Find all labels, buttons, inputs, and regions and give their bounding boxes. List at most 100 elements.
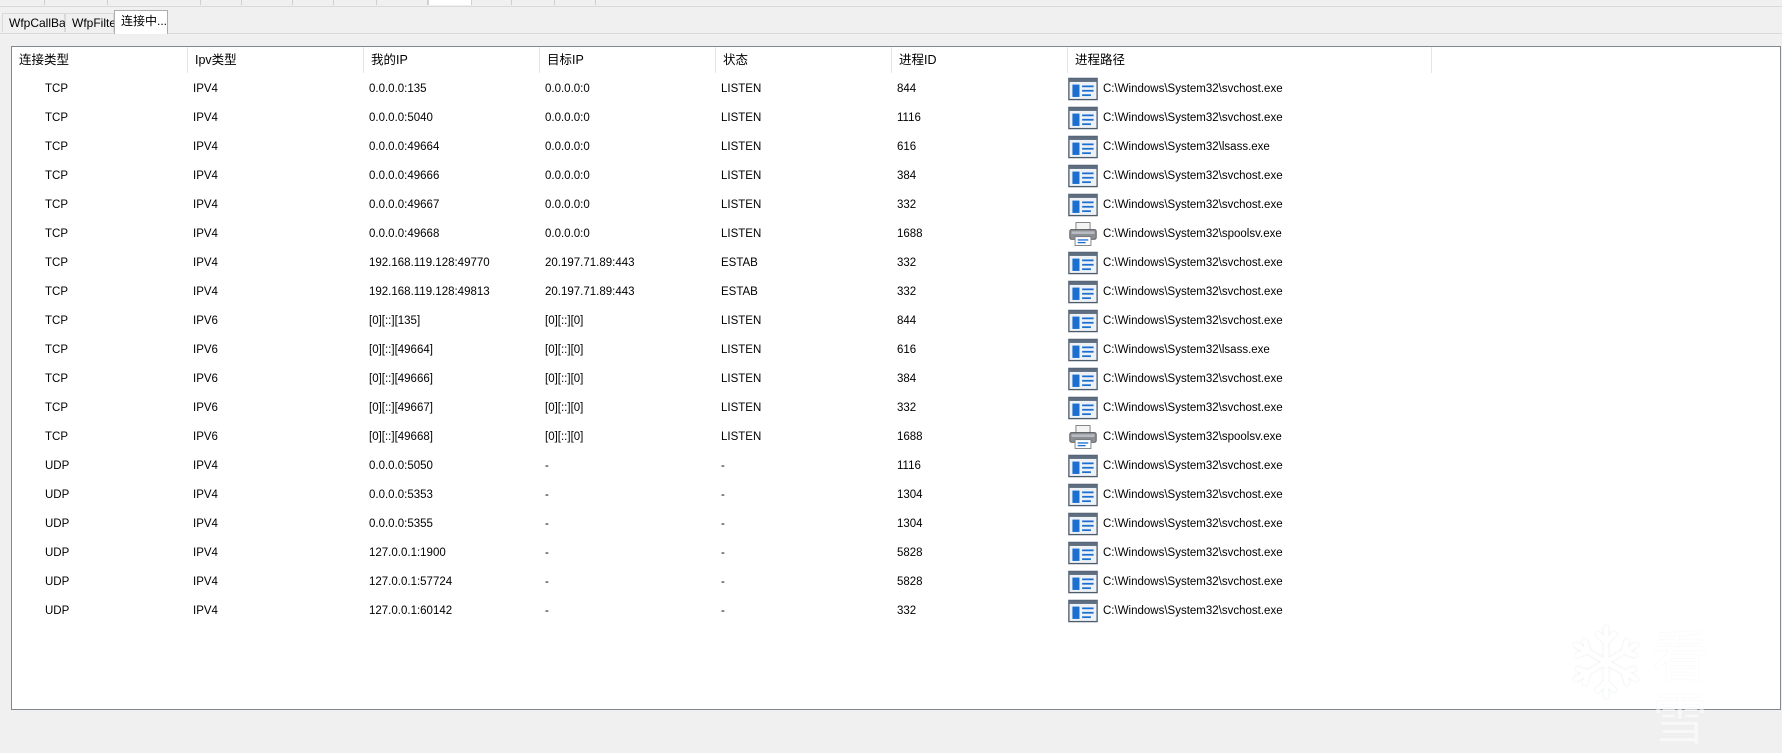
cell-process-path: C:\Windows\System32\svchost.exe xyxy=(1103,257,1283,269)
table-row[interactable]: UDP IPV4 0.0.0.0:5353 - - 1304 C:\Windows\Syst… xyxy=(12,481,1780,510)
table-row[interactable]: TCP IPV4 0.0.0.0:135 0.0.0.0:0 LISTEN 844 C:\W… xyxy=(12,75,1780,104)
cell-local-ip: 0.0.0.0:49668 xyxy=(369,228,440,240)
tab-connections[interactable]: 连接中... xyxy=(114,10,168,34)
top-strip-segment[interactable] xyxy=(377,0,428,5)
cell-local-ip: [0][::][135] xyxy=(369,315,421,327)
column-header-conn-type[interactable]: 连接类型 xyxy=(12,47,188,73)
cell-process-path: C:\Windows\System32\svchost.exe xyxy=(1103,547,1283,559)
top-strip-segment[interactable] xyxy=(201,0,242,5)
table-row[interactable]: TCP IPV4 0.0.0.0:49667 0.0.0.0:0 LISTEN 332 C:… xyxy=(12,191,1780,220)
column-header-ipv-type[interactable]: Ipv类型 xyxy=(188,47,364,73)
cell-process-path: C:\Windows\System32\svchost.exe xyxy=(1103,373,1283,385)
top-strip-segment[interactable] xyxy=(471,0,512,5)
table-row[interactable]: UDP IPV4 127.0.0.1:60142 - - 332 C:\Windows\Sy… xyxy=(12,597,1780,626)
column-header-local-ip[interactable]: 我的IP xyxy=(364,47,540,73)
tab-wfpfilter[interactable]: WfpFilter xyxy=(65,13,120,32)
cell-remote-ip: 20.197.71.89:443 xyxy=(545,286,635,298)
column-header-state[interactable]: 状态 xyxy=(716,47,892,73)
top-strip-segment[interactable] xyxy=(293,0,334,5)
top-strip-segment[interactable] xyxy=(45,0,108,5)
cell-remote-ip: - xyxy=(545,489,549,501)
cell-pid: 1304 xyxy=(897,518,923,530)
table-row[interactable]: TCP IPV6 [0][::][135] [0][::][0] LISTEN 844 C:… xyxy=(12,307,1780,336)
cell-pid: 5828 xyxy=(897,547,923,559)
top-strip-segment[interactable] xyxy=(512,0,555,5)
cell-ipv-type: IPV6 xyxy=(193,373,218,385)
service-window-icon xyxy=(1068,164,1098,188)
column-header-remote-ip[interactable]: 目标IP xyxy=(540,47,716,73)
top-strip-segment[interactable] xyxy=(242,0,293,5)
tab-wfpcallback[interactable]: WfpCallBack xyxy=(2,13,78,32)
service-window-icon xyxy=(1068,309,1098,333)
cell-pid: 332 xyxy=(897,605,917,617)
cell-pid: 332 xyxy=(897,257,917,269)
cell-remote-ip: - xyxy=(545,576,549,588)
cell-state: LISTEN xyxy=(721,83,762,95)
cell-process-path: C:\Windows\System32\svchost.exe xyxy=(1103,315,1283,327)
cell-remote-ip: [0][::][0] xyxy=(545,315,584,327)
cell-state: LISTEN xyxy=(721,112,762,124)
cell-pid: 616 xyxy=(897,141,917,153)
table-row[interactable]: TCP IPV6 [0][::][49666] [0][::][0] LISTEN 384… xyxy=(12,365,1780,394)
cell-process-path: C:\Windows\System32\lsass.exe xyxy=(1103,344,1270,356)
service-window-icon xyxy=(1068,367,1098,391)
cell-remote-ip: 0.0.0.0:0 xyxy=(545,228,590,240)
column-header-process-path[interactable]: 进程路径 xyxy=(1068,47,1432,73)
cell-state: LISTEN xyxy=(721,373,762,385)
top-strip-segment[interactable] xyxy=(0,0,45,5)
table-row[interactable]: TCP IPV4 0.0.0.0:5040 0.0.0.0:0 LISTEN 1116 C:… xyxy=(12,104,1780,133)
cell-state: LISTEN xyxy=(721,431,762,443)
sub-tab-bar: WfpCallBack WfpFilter 连接中... xyxy=(0,10,1782,34)
table-row[interactable]: TCP IPV6 [0][::][49667] [0][::][0] LISTEN 332… xyxy=(12,394,1780,423)
table-row[interactable]: UDP IPV4 0.0.0.0:5050 - - 1116 C:\Windows\Syst… xyxy=(12,452,1780,481)
cell-ipv-type: IPV4 xyxy=(193,576,218,588)
table-row[interactable]: TCP IPV6 [0][::][49664] [0][::][0] LISTEN 616… xyxy=(12,336,1780,365)
table-row[interactable]: TCP IPV6 [0][::][49668] [0][::][0] LISTEN 168… xyxy=(12,423,1780,452)
table-row[interactable]: TCP IPV4 0.0.0.0:49664 0.0.0.0:0 LISTEN 616 C:… xyxy=(12,133,1780,162)
cell-conn-type: TCP xyxy=(45,141,68,153)
cell-state: LISTEN xyxy=(721,344,762,356)
top-strip-segment[interactable] xyxy=(108,0,201,5)
top-strip-segment-active[interactable] xyxy=(428,0,472,5)
cell-conn-type: TCP xyxy=(45,315,68,327)
cell-state: - xyxy=(721,518,725,530)
cell-remote-ip: 0.0.0.0:0 xyxy=(545,112,590,124)
cell-ipv-type: IPV4 xyxy=(193,257,218,269)
cell-conn-type: TCP xyxy=(45,112,68,124)
cell-pid: 384 xyxy=(897,373,917,385)
top-tab-strip xyxy=(0,0,1782,7)
service-window-icon xyxy=(1068,77,1098,101)
cell-conn-type: TCP xyxy=(45,431,68,443)
top-strip-segment[interactable] xyxy=(334,0,377,5)
cell-state: ESTAB xyxy=(721,286,758,298)
cell-remote-ip: [0][::][0] xyxy=(545,373,584,385)
table-row[interactable]: TCP IPV4 0.0.0.0:49666 0.0.0.0:0 LISTEN 384 C:… xyxy=(12,162,1780,191)
service-window-icon xyxy=(1068,570,1098,594)
table-row[interactable]: TCP IPV4 0.0.0.0:49668 0.0.0.0:0 LISTEN 1688 C… xyxy=(12,220,1780,249)
cell-ipv-type: IPV4 xyxy=(193,518,218,530)
table-row[interactable]: UDP IPV4 0.0.0.0:5355 - - 1304 C:\Windows\Syst… xyxy=(12,510,1780,539)
cell-process-path: C:\Windows\System32\svchost.exe xyxy=(1103,518,1283,530)
cell-local-ip: 127.0.0.1:1900 xyxy=(369,547,446,559)
cell-local-ip: [0][::][49667] xyxy=(369,402,433,414)
table-row[interactable]: TCP IPV4 192.168.119.128:49770 20.197.71.89… xyxy=(12,249,1780,278)
table-row[interactable]: UDP IPV4 127.0.0.1:57724 - - 5828 C:\Windows\S… xyxy=(12,568,1780,597)
table-row[interactable]: TCP IPV4 192.168.119.128:49813 20.197.71.89… xyxy=(12,278,1780,307)
cell-remote-ip: - xyxy=(545,460,549,472)
top-strip-segment[interactable] xyxy=(555,0,596,5)
cell-ipv-type: IPV4 xyxy=(193,460,218,472)
service-window-icon xyxy=(1068,135,1098,159)
table-row[interactable]: UDP IPV4 127.0.0.1:1900 - - 5828 C:\Windows\Sy… xyxy=(12,539,1780,568)
column-header-pid[interactable]: 进程ID xyxy=(892,47,1068,73)
service-window-icon xyxy=(1068,483,1098,507)
cell-remote-ip: 0.0.0.0:0 xyxy=(545,199,590,211)
cell-ipv-type: IPV6 xyxy=(193,315,218,327)
cell-local-ip: 0.0.0.0:49664 xyxy=(369,141,440,153)
connections-list-view[interactable]: 连接类型 Ipv类型 我的IP 目标IP 状态 进程ID 进程路径 TCP IPV… xyxy=(11,46,1781,710)
cell-process-path: C:\Windows\System32\svchost.exe xyxy=(1103,489,1283,501)
service-window-icon xyxy=(1068,193,1098,217)
cell-state: - xyxy=(721,489,725,501)
cell-ipv-type: IPV6 xyxy=(193,431,218,443)
cell-state: LISTEN xyxy=(721,170,762,182)
cell-local-ip: 127.0.0.1:60142 xyxy=(369,605,453,617)
